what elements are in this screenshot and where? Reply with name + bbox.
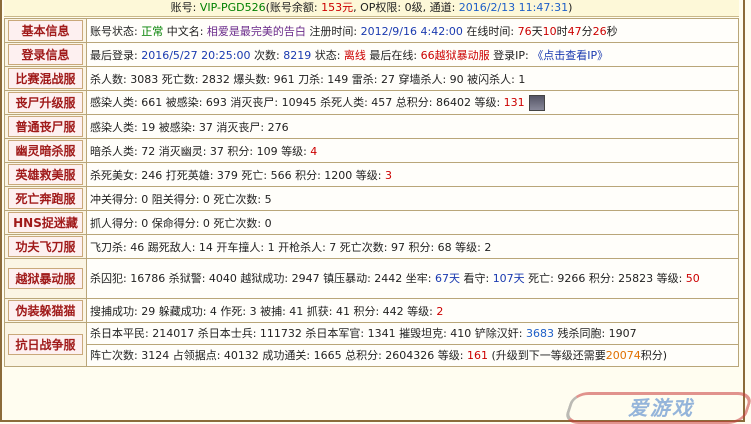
online-state: 离线	[343, 48, 366, 62]
row-mixed: 比赛混战服 杀人数: 3083 死亡数: 2832 爆头数: 961 刀杀: 1…	[4, 66, 739, 91]
war-line-2: 阵亡次数: 3124 占领据点: 40132 成功通关: 1665 总积分: 2…	[88, 345, 738, 366]
header-close-paren: )	[568, 1, 573, 14]
reg-label: 注册时间:	[305, 24, 361, 38]
server-label: 最后在线:	[365, 48, 421, 62]
account-status: 正常	[141, 24, 164, 38]
row-ghost: 幽灵暗杀服 暗杀人类: 72 消灭幽灵: 37 积分: 109 等级: 4	[4, 138, 739, 163]
info-frame: 账号: VIP-PGD526(账号余额: 153元, OP权限: 0级, 通道:…	[0, 0, 745, 422]
stats-hns: 抓人得分: 0 保命得分: 0 死亡次数: 0	[86, 210, 739, 235]
login-count: 8219	[283, 48, 312, 62]
online-minutes-unit: 分	[581, 24, 593, 38]
ip-label: 登录IP:	[489, 48, 533, 62]
notice-label: , 通道:	[422, 1, 459, 14]
row-war: 抗日战争服 杀日本平民: 214017 杀日本士兵: 111732 杀日本军官:…	[4, 322, 739, 367]
category-hero: 英雄救美服	[8, 164, 83, 185]
level-catch: 2	[436, 304, 444, 318]
stats-hero: 杀死美女: 246 打死英雄: 379 死亡: 566 积分: 1200 等级:	[90, 168, 385, 182]
war-next-label: (升级到下一等级还需要	[487, 349, 606, 362]
balance-value: 153元	[321, 1, 354, 14]
category-war: 抗日战争服	[8, 334, 83, 355]
stats-zombie-plain: 感染人类: 19 被感染: 37 消灭丧尸: 276	[86, 114, 739, 139]
row-jailbreak: 越狱暴动服 杀囚犯: 16786 杀狱警: 4040 越狱成功: 2947 镇压…	[4, 258, 739, 299]
row-kungfu: 功夫飞刀服 飞刀杀: 46 踢死敌人: 14 开车撞人: 1 开枪杀人: 7 死…	[4, 234, 739, 259]
stats-jailbreak: 杀囚犯: 16786 杀狱警: 4040 越狱成功: 2947 镇压暴动: 24…	[90, 272, 435, 285]
notice-value: 2016/2/13 11:47:31	[458, 1, 569, 14]
category-jailbreak: 越狱暴动服	[8, 268, 83, 289]
row-login: 登录信息 最后登录: 2016/5/27 20:25:00 次数: 8219 状…	[4, 42, 739, 67]
row-hero: 英雄救美服 杀死美女: 246 打死英雄: 379 死亡: 566 积分: 12…	[4, 162, 739, 187]
stats-zombie: 感染人类: 661 被感染: 693 消灭丧尸: 10945 杀死人类: 457…	[90, 96, 504, 109]
stats-ghost: 暗杀人类: 72 消灭幽灵: 37 积分: 109 等级:	[90, 144, 311, 158]
war-stats-c: 阵亡次数: 3124 占领据点: 40132 成功通关: 1665 总积分: 2…	[90, 349, 467, 362]
war-stats-a: 杀日本平民: 214017 杀日本士兵: 111732 杀日本军官: 1341 …	[90, 327, 526, 340]
war-needed-points: 20074	[605, 349, 641, 362]
guard-days: 107天	[492, 272, 525, 285]
level-ghost: 4	[310, 144, 318, 158]
category-login: 登录信息	[8, 44, 83, 65]
last-server: 66越狱暴动服	[420, 48, 490, 62]
category-mixed: 比赛混战服	[8, 68, 83, 89]
row-deathrun: 死亡奔跑服 冲关得分: 0 阻关得分: 0 死亡次数: 5	[4, 186, 739, 211]
online-hours: 10	[542, 24, 557, 38]
category-ghost: 幽灵暗杀服	[8, 140, 83, 161]
war-traitors: 3683	[525, 327, 554, 340]
category-kungfu: 功夫飞刀服	[8, 236, 83, 257]
balance-label: (账号余额:	[265, 1, 322, 14]
watermark-logo: 爱游戏	[562, 386, 751, 424]
level-hero: 3	[384, 168, 392, 182]
op-value: 0级	[404, 1, 423, 14]
view-ip-link[interactable]: 《点击查看IP》	[532, 49, 608, 62]
online-seconds-unit: 秒	[606, 24, 618, 38]
watermark-text: 爱游戏	[628, 396, 694, 420]
level-jailbreak: 50	[685, 272, 700, 285]
war-stats-b: 残杀同胞: 1907	[553, 327, 637, 340]
row-basic: 基本信息 账号状态: 正常 中文名: 相爱是最完美的告白 注册时间: 2012/…	[4, 18, 739, 43]
stats-kungfu: 飞刀杀: 46 踢死敌人: 14 开车撞人: 1 开枪杀人: 7 死亡次数: 9…	[86, 234, 739, 259]
op-label: , OP权限:	[353, 1, 405, 14]
row-zombie-plain: 普通丧尸服 感染人类: 19 被感染: 37 消灭丧尸: 276	[4, 114, 739, 139]
guard-label: 看守:	[459, 272, 493, 285]
account-header: 账号: VIP-PGD526(账号余额: 153元, OP权限: 0级, 通道:…	[4, 0, 739, 17]
online-days-unit: 天	[531, 24, 543, 38]
war-line-1: 杀日本平民: 214017 杀日本士兵: 111732 杀日本军官: 1341 …	[87, 324, 738, 345]
online-minutes: 47	[567, 24, 582, 38]
row-zombie: 丧尸升级服 感染人类: 661 被感染: 693 消灭丧尸: 10945 杀死人…	[4, 90, 739, 115]
row-catch: 伪装躲猫猫 搜捕成功: 29 躲藏成功: 4 作死: 3 被捕: 41 抓获: …	[4, 298, 739, 323]
online-seconds: 26	[592, 24, 607, 38]
category-deathrun: 死亡奔跑服	[8, 188, 83, 209]
level-war: 161	[466, 349, 488, 362]
last-login-label: 最后登录:	[90, 48, 142, 62]
count-label: 次数:	[250, 48, 284, 62]
online-hours-unit: 时	[556, 24, 568, 38]
stats-table: 基本信息 账号状态: 正常 中文名: 相爱是最完美的告白 注册时间: 2012/…	[4, 18, 739, 367]
reg-time: 2012/9/16 4:42:00	[360, 24, 463, 38]
name-label: 中文名:	[163, 24, 207, 38]
category-zombie-plain: 普通丧尸服	[8, 116, 83, 137]
stats-catch: 搜捕成功: 29 躲藏成功: 4 作死: 3 被捕: 41 抓获: 41 积分:…	[90, 304, 437, 318]
level-zombie: 131	[503, 96, 525, 109]
status-label: 账号状态:	[90, 24, 142, 38]
row-hns: HNS捉迷藏 抓人得分: 0 保命得分: 0 死亡次数: 0	[4, 210, 739, 235]
stats-mixed: 杀人数: 3083 死亡数: 2832 爆头数: 961 刀杀: 149 雷杀:…	[86, 66, 739, 91]
last-login: 2016/5/27 20:25:00	[141, 48, 251, 62]
category-zombie: 丧尸升级服	[8, 92, 83, 113]
category-basic: 基本信息	[8, 20, 83, 41]
avatar-icon	[528, 95, 545, 111]
online-days: 76	[517, 24, 532, 38]
stats-jailbreak-rest: 死亡: 9266 积分: 25823 等级:	[524, 272, 686, 285]
jail-days: 67天	[434, 272, 460, 285]
stats-deathrun: 冲关得分: 0 阻关得分: 0 死亡次数: 5	[86, 186, 739, 211]
chinese-name: 相爱是最完美的告白	[206, 24, 306, 38]
account-name: VIP-PGD526	[199, 1, 266, 14]
war-next-suffix: 积分)	[640, 349, 668, 362]
category-hns: HNS捉迷藏	[8, 212, 83, 233]
account-label: 账号:	[170, 1, 200, 14]
category-catch: 伪装躲猫猫	[8, 300, 83, 321]
state-label: 状态:	[311, 48, 344, 62]
online-label: 在线时间:	[462, 24, 518, 38]
